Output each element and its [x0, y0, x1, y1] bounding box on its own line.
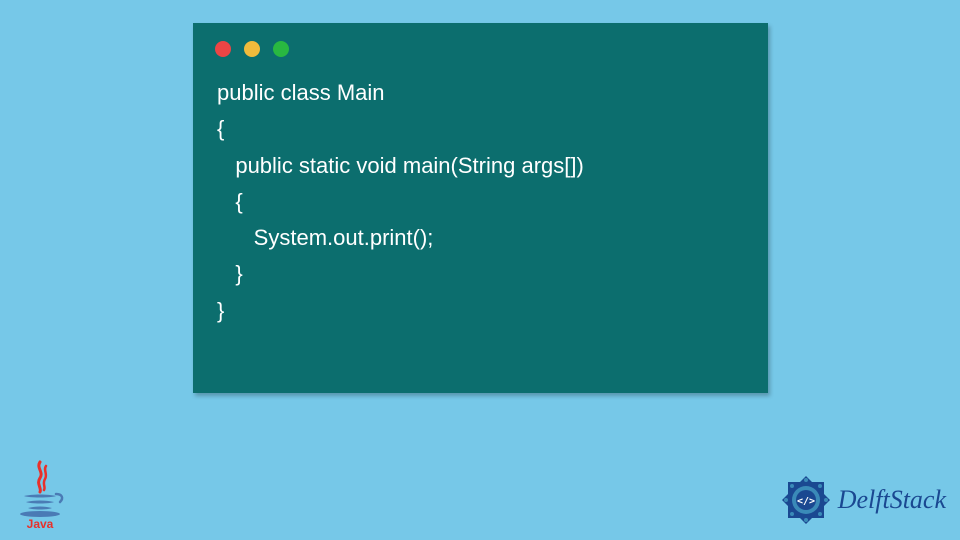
code-line: } [217, 298, 224, 323]
minimize-icon [244, 41, 260, 57]
traffic-lights [193, 23, 768, 67]
svg-text:Java: Java [27, 517, 54, 530]
delftstack-logo: </> DelftStack [778, 472, 946, 528]
close-icon [215, 41, 231, 57]
delftstack-badge-icon: </> [778, 472, 834, 528]
maximize-icon [273, 41, 289, 57]
code-content: public class Main { public static void m… [193, 67, 768, 337]
code-line: } [217, 261, 243, 286]
svg-text:</>: </> [797, 496, 815, 507]
code-line: public static void main(String args[]) [217, 153, 584, 178]
delftstack-label: DelftStack [838, 485, 946, 515]
code-window: public class Main { public static void m… [193, 23, 768, 393]
code-line: public class Main [217, 80, 385, 105]
code-line: { [217, 116, 224, 141]
code-line: System.out.print(); [217, 225, 433, 250]
java-logo-icon: Java [14, 460, 66, 530]
code-line: { [217, 189, 243, 214]
